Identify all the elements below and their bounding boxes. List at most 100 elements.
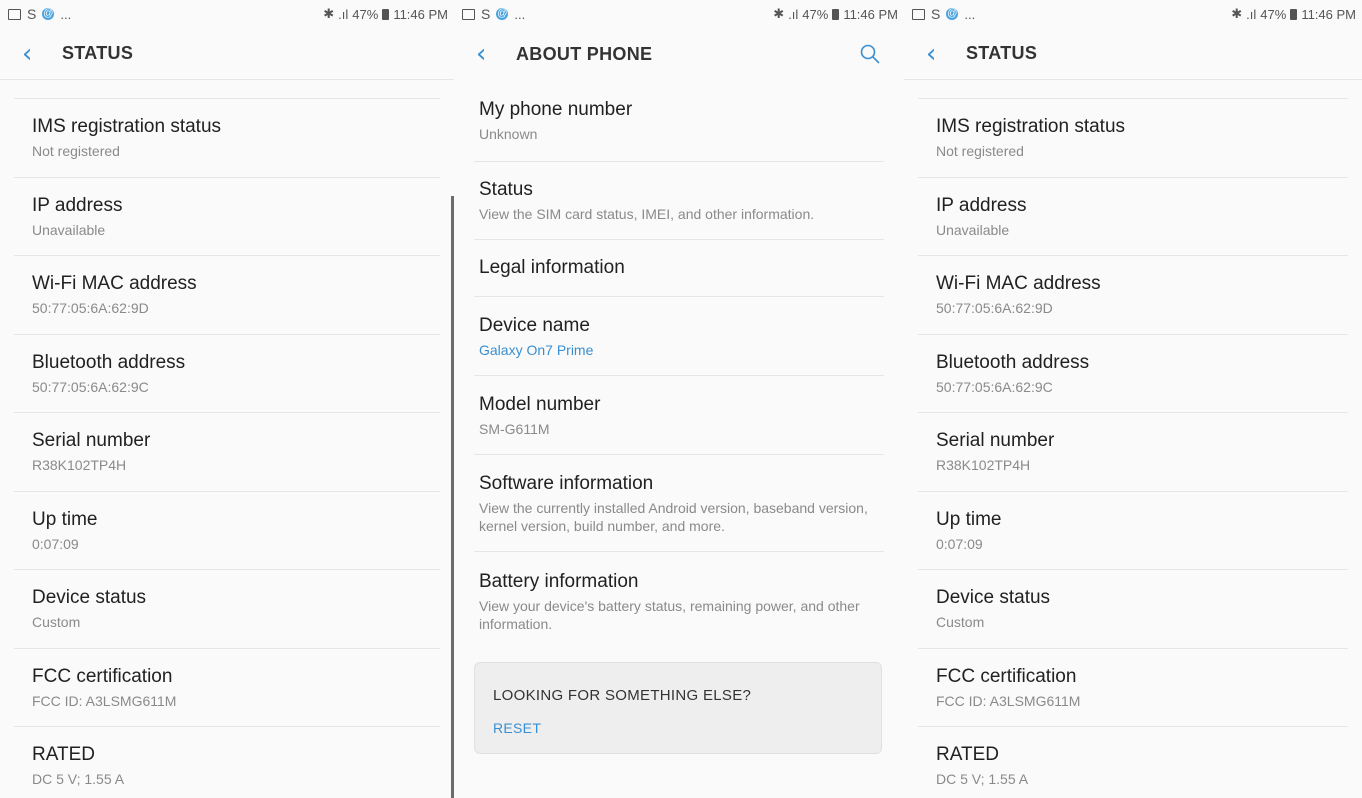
notification-icons: S @ ...: [462, 6, 525, 22]
system-icons: ✱ .ıl 47% 11:46 PM: [323, 6, 448, 22]
back-arrow-icon[interactable]: ‹: [22, 41, 46, 67]
screens-container: S @ ... ✱ .ıl 47% 11:46 PM ‹ STATUS IMS …: [0, 0, 1362, 798]
status-screen-right: S @ ... ✱ .ıl 47% 11:46 PM ‹ STATUS IMS …: [904, 0, 1362, 798]
about-list: My phone number Unknown Status View the …: [454, 80, 904, 650]
at-icon: @: [42, 8, 55, 20]
item-value: 50:77:05:6A:62:9D: [936, 300, 1053, 317]
list-item[interactable]: RATED DC 5 V; 1.55 A: [918, 727, 1348, 798]
gallery-icon: [462, 8, 475, 20]
item-value: 0:07:09: [32, 535, 79, 552]
more-notifications-icon: ...: [514, 6, 526, 22]
list-item[interactable]: Device status Custom: [14, 570, 440, 649]
list-item[interactable]: RATED DC 5 V; 1.55 A: [14, 727, 440, 798]
item-title: Wi-Fi MAC address: [936, 273, 1101, 295]
status-bar: S @ ... ✱ .ıl 47% 11:46 PM: [454, 0, 904, 28]
list-item[interactable]: Device status Custom: [918, 570, 1348, 649]
item-value: DC 5 V; 1.55 A: [32, 771, 125, 788]
item-value: R38K102TP4H: [32, 457, 127, 474]
item-value: Unavailable: [32, 221, 106, 238]
item-description: View the SIM card status, IMEI, and othe…: [479, 206, 815, 222]
back-arrow-icon[interactable]: ‹: [926, 41, 950, 67]
page-title: STATUS: [62, 43, 134, 63]
item-title: Bluetooth address: [32, 351, 186, 373]
item-value: Custom: [936, 614, 985, 631]
item-title: Battery information: [479, 570, 639, 592]
list-item[interactable]: Bluetooth address 50:77:05:6A:62:9C: [14, 335, 440, 413]
item-title: Up time: [936, 508, 1002, 530]
list-item[interactable]: Up time 0:07:09: [918, 492, 1348, 570]
item-value: Not registered: [936, 143, 1024, 160]
status-screen-left: S @ ... ✱ .ıl 47% 11:46 PM ‹ STATUS IMS …: [0, 0, 454, 798]
signal-icon: .ıl: [338, 6, 349, 22]
back-arrow-icon[interactable]: ‹: [476, 41, 500, 67]
item-title: Serial number: [936, 430, 1055, 452]
s-icon: S: [27, 6, 37, 22]
item-value: Unknown: [479, 126, 538, 142]
item-value: FCC ID: A3LSMG611M: [32, 692, 177, 709]
item-value: Custom: [32, 614, 81, 631]
item-title: Legal information: [479, 257, 625, 278]
item-title: My phone number: [479, 99, 633, 120]
signal-icon: .ıl: [788, 6, 799, 22]
reset-link[interactable]: RESET: [493, 720, 541, 736]
battery-icon: [382, 8, 390, 20]
item-description: View your device's battery status, remai…: [479, 597, 860, 632]
list-item[interactable]: IP address Unavailable: [918, 178, 1348, 256]
item-value: 0:07:09: [936, 535, 983, 552]
page-title: ABOUT PHONE: [516, 43, 653, 64]
item-title: Serial number: [32, 430, 151, 452]
list-item[interactable]: Wi-Fi MAC address 50:77:05:6A:62:9D: [918, 256, 1348, 335]
clock: 11:46 PM: [393, 6, 448, 22]
list-item[interactable]: IP address Unavailable: [14, 178, 440, 256]
clock: 11:46 PM: [1301, 6, 1356, 22]
list-item[interactable]: FCC certification FCC ID: A3LSMG611M: [918, 649, 1348, 727]
system-icons: ✱ .ıl 47% 11:46 PM: [1231, 6, 1356, 22]
list-item[interactable]: Up time 0:07:09: [14, 492, 440, 570]
gallery-icon: [912, 8, 925, 20]
item-title: Device status: [32, 587, 147, 609]
list-item[interactable]: FCC certification FCC ID: A3LSMG611M: [14, 649, 440, 727]
item-value: Not registered: [32, 143, 120, 160]
item-title: Bluetooth address: [936, 351, 1090, 373]
battery-percent: 47%: [802, 6, 829, 22]
item-value: SM-G611M: [479, 420, 550, 437]
bluetooth-icon: ✱: [1231, 6, 1243, 21]
list-top-divider: [14, 80, 440, 99]
item-title: Model number: [479, 393, 601, 415]
item-title: IMS registration status: [936, 116, 1126, 138]
list-item-device-name[interactable]: Device name Galaxy On7 Prime: [474, 297, 884, 376]
list-item-phone-number[interactable]: My phone number Unknown: [474, 80, 884, 162]
item-title: RATED: [936, 744, 999, 766]
item-title: Status: [479, 179, 533, 200]
item-title: Wi-Fi MAC address: [32, 273, 197, 295]
at-icon: @: [496, 8, 509, 20]
list-item[interactable]: Serial number R38K102TP4H: [14, 413, 440, 492]
list-item-battery-information[interactable]: Battery information View your device's b…: [474, 552, 884, 650]
list-item-status[interactable]: Status View the SIM card status, IMEI, a…: [474, 162, 884, 240]
list-item-model-number[interactable]: Model number SM-G611M: [474, 376, 884, 455]
battery-percent: 47%: [352, 6, 379, 22]
list-item[interactable]: IMS registration status Not registered: [14, 99, 440, 178]
list-item[interactable]: Serial number R38K102TP4H: [918, 413, 1348, 492]
bluetooth-icon: ✱: [323, 6, 335, 21]
item-value: Galaxy On7 Prime: [479, 341, 594, 358]
list-item[interactable]: IMS registration status Not registered: [918, 99, 1348, 178]
item-value: DC 5 V; 1.55 A: [936, 771, 1029, 788]
battery-icon: [1290, 8, 1298, 20]
list-item[interactable]: Wi-Fi MAC address 50:77:05:6A:62:9D: [14, 256, 440, 335]
page-title: STATUS: [966, 43, 1038, 63]
more-notifications-icon: ...: [964, 6, 976, 22]
list-item[interactable]: Bluetooth address 50:77:05:6A:62:9C: [918, 335, 1348, 413]
notification-icons: S @ ...: [912, 6, 975, 22]
list-item-legal-information[interactable]: Legal information: [474, 240, 884, 297]
list-top-divider: [918, 80, 1348, 99]
item-title: FCC certification: [32, 665, 173, 687]
item-value: 50:77:05:6A:62:9C: [32, 378, 149, 395]
item-description: View the currently installed Android ver…: [479, 499, 868, 534]
notification-icons: S @ ...: [8, 6, 71, 22]
list-item-software-information[interactable]: Software information View the currently …: [474, 455, 884, 552]
search-icon[interactable]: [860, 44, 880, 64]
system-icons: ✱ .ıl 47% 11:46 PM: [773, 6, 898, 22]
app-bar: ‹ STATUS: [0, 28, 454, 80]
battery-percent: 47%: [1260, 6, 1287, 22]
